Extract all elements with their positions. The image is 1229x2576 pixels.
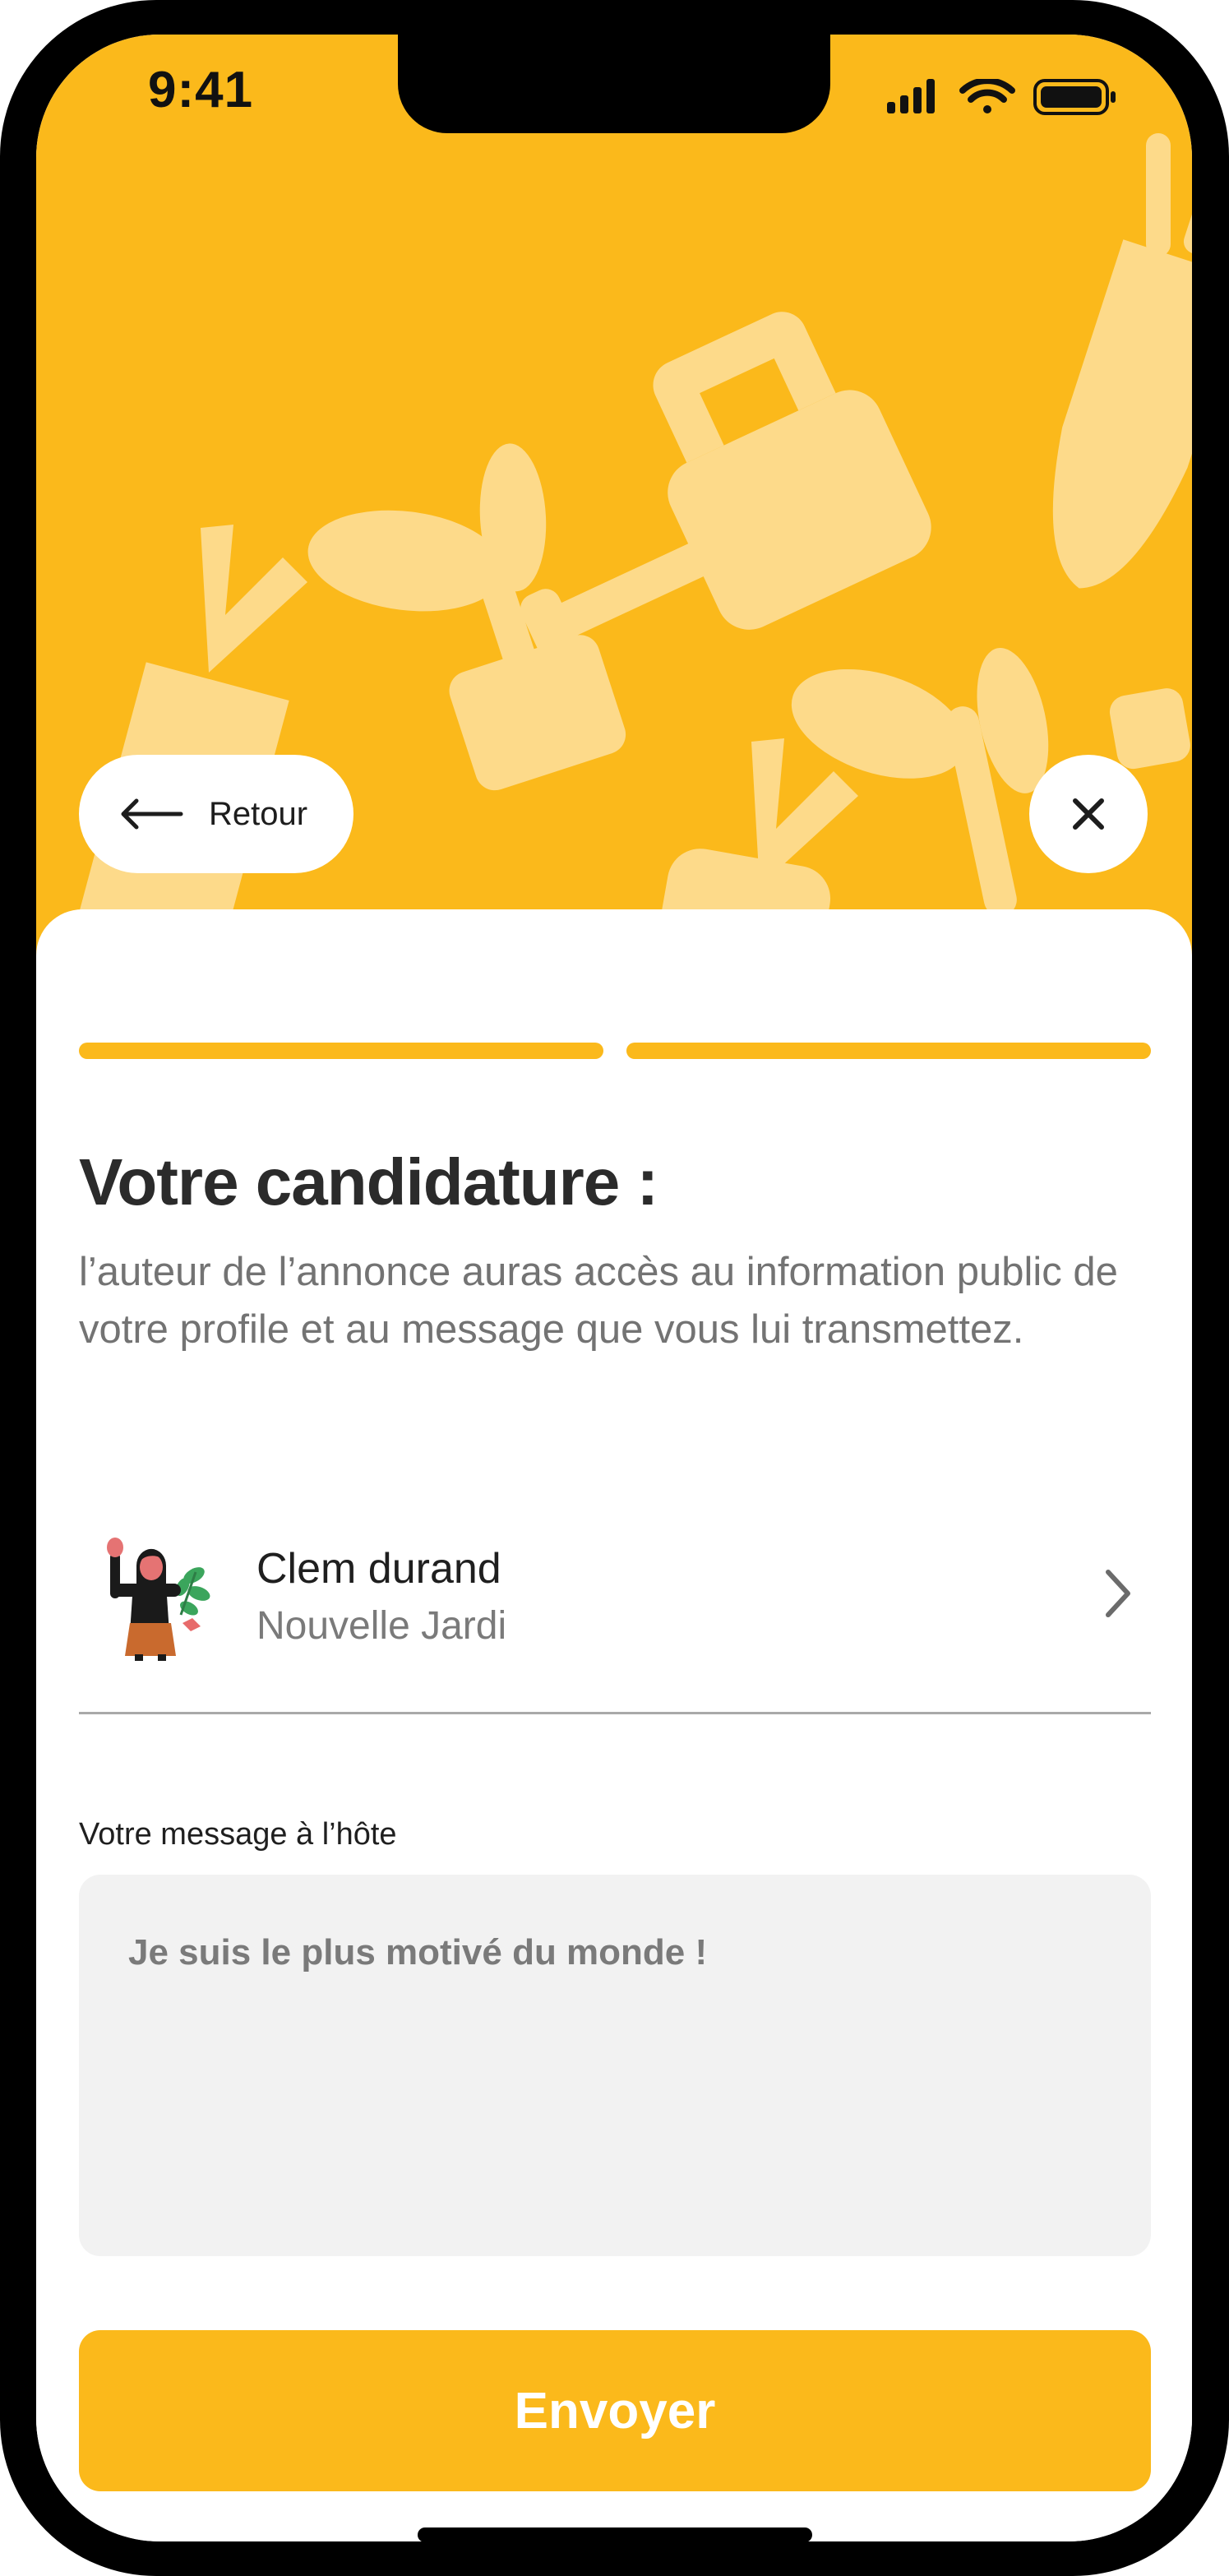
send-button-label: Envoyer [514,2382,716,2440]
screen: 9:41 Retour Votre candidature: l’auteur… [36,35,1192,2541]
progress-step-1 [79,1043,603,1059]
message-textarea[interactable]: Je suis le plus motivé du monde ! [79,1875,1151,2256]
hero-banner: 9:41 Retour [36,35,1192,972]
status-icons [887,77,1125,121]
message-text: Je suis le plus motivé du monde ! [128,1932,708,1972]
signal-icon [887,79,935,113]
battery-icon [1033,79,1116,115]
back-button[interactable]: Retour [79,755,353,873]
progress-step-2 [626,1043,1151,1059]
close-icon [1073,798,1104,830]
chevron-right-icon [1106,1570,1130,1617]
close-button[interactable] [1029,755,1148,873]
application-sheet: Votre candidature : l’auteur de l’annonc… [36,909,1192,2541]
page-title: Votre candidature : [79,1145,658,1219]
home-indicator [418,2527,812,2541]
avatar [107,1538,210,1661]
wifi-icon [959,77,1015,113]
message-label: Votre message à l’hôte [79,1817,397,1852]
back-button-label: Retour [209,795,308,832]
profile-role: Nouvelle Jardi [256,1604,507,1648]
page-subtitle: l’auteur de l’annonce auras accès au inf… [79,1250,1118,1352]
device-notch [398,35,830,133]
arrow-left-icon [121,798,183,830]
profile-row[interactable]: Clem durand Nouvelle Jardi [79,1501,1151,1714]
profile-name: Clem durand [256,1545,501,1593]
status-time: 9:41 [148,62,254,118]
send-button[interactable]: Envoyer [79,2330,1151,2491]
phone-frame: 9:41 Retour Votre candidature: l’auteur… [0,0,1229,2576]
